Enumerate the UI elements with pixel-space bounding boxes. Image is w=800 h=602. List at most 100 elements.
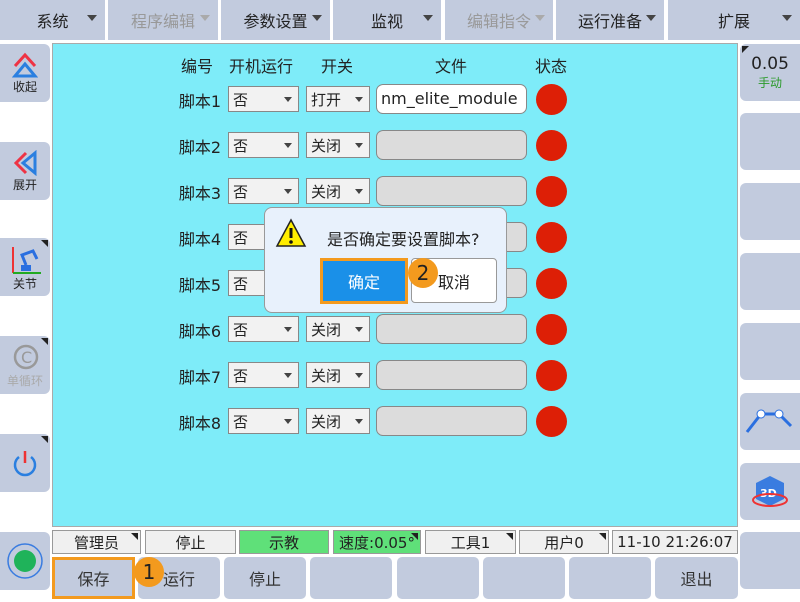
chevron-down-icon [355, 143, 363, 148]
right-button-3[interactable] [740, 183, 800, 240]
boot-run-select[interactable]: 否 [228, 362, 299, 388]
status-item-0[interactable]: 管理员 [52, 530, 141, 554]
bottom-button-2[interactable]: 停止 [224, 557, 306, 599]
3d-cube-icon: 3D [752, 475, 788, 507]
menu-label: 扩展 [717, 12, 750, 31]
header-boot-run: 开机运行 [229, 57, 294, 76]
corner-marker [131, 533, 138, 540]
file-input[interactable] [376, 314, 527, 344]
boot-run-value: 否 [233, 137, 249, 155]
switch-select[interactable]: 关闭 [306, 362, 370, 388]
file-input[interactable] [376, 130, 527, 160]
chevron-down-icon [284, 419, 292, 424]
bottom-button-5[interactable] [483, 557, 565, 599]
switch-select[interactable]: 打开 [306, 86, 370, 112]
chevron-down-icon [423, 15, 433, 21]
boot-run-value: 否 [233, 275, 249, 293]
power-button[interactable] [0, 434, 50, 492]
boot-run-select[interactable]: 否 [228, 178, 299, 204]
file-input[interactable] [376, 406, 527, 436]
status-led [536, 268, 567, 299]
status-item-6[interactable]: 11-10 21:26:07 [612, 530, 738, 554]
menu-6[interactable]: 扩展 [668, 0, 800, 40]
bottom-button-7[interactable]: 退出 [655, 557, 738, 599]
corner-marker [411, 533, 418, 540]
step-badge-1: 1 [134, 557, 164, 587]
right-button-2[interactable] [740, 113, 800, 170]
bottom-button-3[interactable] [310, 557, 392, 599]
boot-run-value: 否 [233, 183, 249, 201]
status-led [536, 222, 567, 253]
boot-run-select[interactable]: 否 [228, 86, 299, 112]
green-light-icon [7, 543, 43, 579]
chevron-down-icon [355, 97, 363, 102]
boot-run-value: 否 [233, 413, 249, 431]
menu-5[interactable]: 运行准备 [556, 0, 664, 40]
switch-value: 关闭 [311, 321, 342, 339]
expand-button[interactable]: 展开 [0, 142, 50, 200]
chevron-down-icon [284, 373, 292, 378]
menu-3[interactable]: 监视 [333, 0, 441, 40]
status-item-2[interactable]: 示教 [239, 530, 329, 554]
switch-value: 关闭 [311, 367, 342, 385]
corner-marker [41, 436, 48, 443]
robot-arm-icon [12, 246, 41, 274]
script-name: 脚本5 [178, 276, 221, 295]
status-indicator-button[interactable] [0, 532, 50, 590]
collapse-label: 收起 [12, 79, 37, 94]
menu-2[interactable]: 参数设置 [221, 0, 330, 40]
menu-label: 编辑指令 [466, 12, 531, 31]
cycle-icon: C [13, 344, 39, 369]
boot-run-value: 否 [233, 321, 249, 339]
switch-value: 关闭 [311, 413, 342, 431]
right-button-5[interactable] [740, 323, 800, 380]
3d-view-button[interactable]: 3D [740, 463, 800, 520]
single-cycle-button[interactable]: C 单循环 [0, 336, 50, 394]
chevron-down-icon [535, 15, 545, 21]
right-button-4[interactable] [740, 253, 800, 310]
menu-1[interactable]: 程序编辑 [108, 0, 218, 40]
status-item-5[interactable]: 用户0 [519, 530, 609, 554]
bottom-button-0[interactable]: 保存 [52, 557, 135, 599]
boot-run-select[interactable]: 否 [228, 316, 299, 342]
status-item-4[interactable]: 工具1 [425, 530, 516, 554]
chevron-down-icon [284, 143, 292, 148]
confirm-button[interactable]: 确定 [320, 258, 408, 304]
switch-select[interactable]: 关闭 [306, 408, 370, 434]
status-item-1[interactable]: 停止 [145, 530, 236, 554]
menu-4[interactable]: 编辑指令 [445, 0, 553, 40]
robot-view-button[interactable] [740, 393, 800, 450]
speed-mode-button[interactable]: 0.05 手动 [740, 44, 800, 101]
switch-select[interactable]: 关闭 [306, 132, 370, 158]
file-input[interactable] [376, 176, 527, 206]
menu-0[interactable]: 系统 [0, 0, 105, 40]
bottom-button-4[interactable] [397, 557, 479, 599]
switch-value: 打开 [311, 91, 342, 109]
switch-select[interactable]: 关闭 [306, 316, 370, 342]
collapse-button[interactable]: 收起 [0, 44, 50, 102]
menu-label: 监视 [370, 12, 403, 31]
file-input[interactable]: nm_elite_module [376, 84, 527, 114]
joint-button[interactable]: 关节 [0, 238, 50, 296]
boot-run-select[interactable]: 否 [228, 408, 299, 434]
expand-icon [13, 149, 37, 176]
mode-label: 手动 [757, 76, 782, 90]
boot-run-value: 否 [233, 91, 249, 109]
status-item-3[interactable]: 速度:0.05° [333, 530, 421, 554]
switch-select[interactable]: 关闭 [306, 178, 370, 204]
script-name: 脚本6 [178, 322, 221, 341]
file-input[interactable] [376, 360, 527, 390]
step-badge-2: 2 [408, 258, 438, 288]
menu-label: 程序编辑 [130, 12, 195, 31]
corner-marker [506, 533, 513, 540]
bottom-button-6[interactable] [569, 557, 651, 599]
power-icon [13, 451, 37, 477]
table-row: 脚本2 否 关闭 [53, 130, 737, 161]
boot-run-select[interactable]: 否 [228, 132, 299, 158]
header-switch: 开关 [321, 57, 354, 76]
right-button-8[interactable] [740, 532, 800, 589]
status-led [536, 314, 567, 345]
script-name: 脚本4 [178, 230, 221, 249]
single-cycle-label: 单循环 [6, 373, 43, 388]
joint-label: 关节 [12, 276, 37, 291]
